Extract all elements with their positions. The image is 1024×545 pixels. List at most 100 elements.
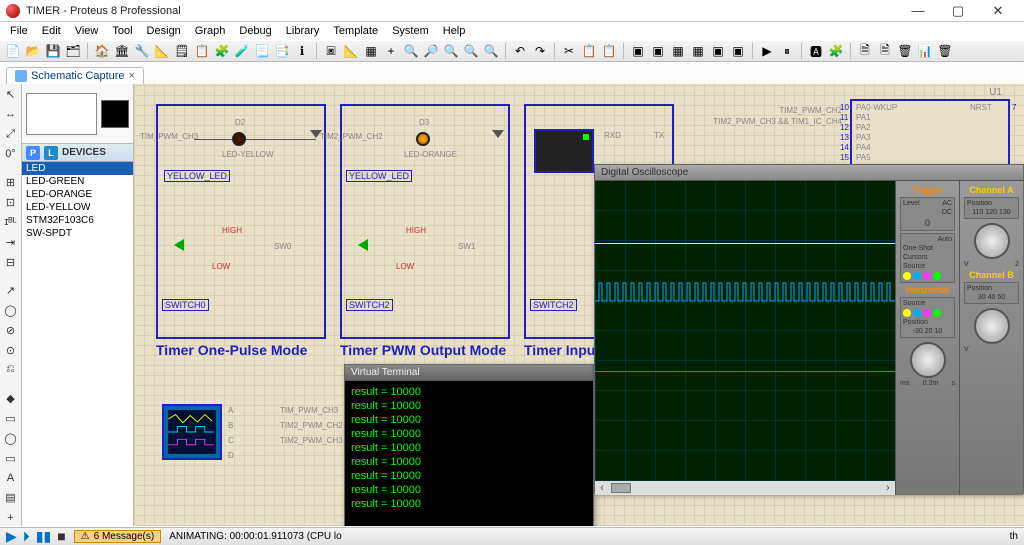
maximize-button[interactable]: ▢ [938,0,978,22]
left-tool-2[interactable]: ⤢ [2,126,20,143]
menu-debug[interactable]: Debug [233,24,277,38]
left-tool-14[interactable]: ⊙ [2,342,20,359]
toolbar-button-21[interactable]: 🔍 [402,42,420,60]
left-tool-15[interactable]: ⎌ [2,362,20,379]
menu-graph[interactable]: Graph [189,24,232,38]
left-tool-17[interactable]: ◆ [2,390,20,407]
toolbar-button-9[interactable]: 🗒 [173,42,191,60]
scroll-left-icon[interactable]: ‹ [595,482,609,494]
toolbar-button-34[interactable]: ▣ [629,42,647,60]
left-tool-21[interactable]: A [2,469,20,486]
toolbar-button-12[interactable]: 🧪 [233,42,251,60]
left-tool-12[interactable]: ◯ [2,302,20,319]
toolbar-button-14[interactable]: 📑 [273,42,291,60]
toolbar-button-35[interactable]: ▣ [649,42,667,60]
left-tool-6[interactable]: ⊡ [2,194,20,211]
toolbar-button-48[interactable]: 🗎 [876,42,894,60]
toolbar-button-18[interactable]: 📐 [342,42,360,60]
toolbar-button-41[interactable]: ▶ [758,42,776,60]
toolbar-button-30[interactable]: ✂ [560,42,578,60]
menu-help[interactable]: Help [437,24,472,38]
menu-edit[interactable]: Edit [36,24,67,38]
virtual-terminal-title[interactable]: Virtual Terminal [345,365,593,381]
toolbar-button-2[interactable]: 💾 [44,42,62,60]
toolbar-button-19[interactable]: ▦ [362,42,380,60]
left-tool-22[interactable]: ▤ [2,489,20,506]
toolbar-button-11[interactable]: 🧩 [213,42,231,60]
toolbar-button-36[interactable]: ▦ [669,42,687,60]
device-item[interactable]: LED-YELLOW [22,201,133,214]
left-tool-19[interactable]: ◯ [2,430,20,447]
left-tool-8[interactable]: ⇥ [2,234,20,251]
toolbar-button-15[interactable]: ℹ [293,42,311,60]
toolbar-button-32[interactable]: 📋 [600,42,618,60]
left-tool-13[interactable]: ⊘ [2,322,20,339]
toolbar-button-37[interactable]: ▦ [689,42,707,60]
close-button[interactable]: ✕ [978,0,1018,22]
toolbar-button-0[interactable]: 📄 [4,42,22,60]
toolbar-button-3[interactable]: 🗂 [64,42,82,60]
toolbar-button-47[interactable]: 🗎 [856,42,874,60]
device-item[interactable]: LED-ORANGE [22,188,133,201]
horiz-source-dots[interactable] [903,309,952,317]
left-tool-1[interactable]: ↔ [2,106,20,123]
schematic-canvas[interactable]: Timer One-Pulse Mode YELLOW_LED TIM_PWM_… [134,84,1024,526]
pause-button[interactable]: ▮▮ [36,528,51,545]
toolbar-button-22[interactable]: 🔎 [422,42,440,60]
oscilloscope-h-scrollbar[interactable]: ‹ › [595,481,895,495]
toolbar-button-10[interactable]: 📋 [193,42,211,60]
toolbar-button-49[interactable]: 🗑 [896,42,914,60]
device-item[interactable]: LED-GREEN [22,175,133,188]
toolbar-button-7[interactable]: 🔧 [133,42,151,60]
scroll-right-icon[interactable]: › [881,482,895,494]
device-list[interactable]: LEDLED-GREENLED-ORANGELED-YELLOWSTM32F10… [22,162,133,526]
toolbar-button-27[interactable]: ↶ [511,42,529,60]
step-button[interactable]: ⏵ [23,528,30,545]
menu-library[interactable]: Library [280,24,326,38]
toolbar-button-8[interactable]: 📐 [153,42,171,60]
toolbar-button-23[interactable]: 🔍 [442,42,460,60]
pick-button[interactable]: P [26,146,40,160]
toolbar-button-25[interactable]: 🔍 [482,42,500,60]
left-tool-9[interactable]: ⊟ [2,254,20,271]
horiz-knob[interactable] [910,342,946,378]
trigger-auto[interactable]: Auto [938,236,952,243]
device-item[interactable]: LED [22,162,133,175]
toolbar-button-45[interactable]: 🧩 [827,42,845,60]
menu-file[interactable]: File [4,24,34,38]
trigger-cursors[interactable]: Cursors [903,254,928,261]
messages-button[interactable]: ⚠ 6 Message(s) [74,530,162,543]
toolbar-button-44[interactable]: 🅰 [807,42,825,60]
chB-knob[interactable] [974,308,1010,344]
left-tool-0[interactable]: ↖ [2,86,20,103]
menu-system[interactable]: System [386,24,435,38]
menu-design[interactable]: Design [141,24,187,38]
toolbar-button-42[interactable]: ⏸ [778,42,796,60]
toolbar-button-51[interactable]: 🗑 [936,42,954,60]
toolbar-button-39[interactable]: ▣ [729,42,747,60]
toolbar-button-24[interactable]: 🔍 [462,42,480,60]
oscilloscope-window[interactable]: Digital Oscilloscope ‹ › [594,164,1024,494]
left-tool-18[interactable]: ▭ [2,410,20,427]
toolbar-button-17[interactable]: 🞖 [322,42,340,60]
minimize-button[interactable]: — [898,0,938,22]
left-tool-23[interactable]: + [2,509,20,526]
chA-knob[interactable] [974,223,1010,259]
trigger-oneshot[interactable]: One-Shot [903,245,933,252]
toolbar-button-28[interactable]: ↷ [531,42,549,60]
tab-close-button[interactable]: × [129,70,135,82]
menu-view[interactable]: View [69,24,105,38]
toolbar-button-13[interactable]: 📃 [253,42,271,60]
toolbar-button-20[interactable]: + [382,42,400,60]
toolbar-button-1[interactable]: 📂 [24,42,42,60]
device-item[interactable]: STM32F103C6 [22,214,133,227]
tab-schematic-capture[interactable]: Schematic Capture × [6,67,144,84]
left-tool-20[interactable]: ▭ [2,450,20,467]
virtual-terminal-window[interactable]: Virtual Terminal result = 10000result = … [344,364,594,526]
stop-button[interactable]: ■ [57,528,65,545]
library-button[interactable]: L [44,146,58,160]
oscilloscope-title[interactable]: Digital Oscilloscope [595,165,1023,181]
toolbar-button-50[interactable]: 📊 [916,42,934,60]
trigger-source-dots[interactable] [903,272,952,280]
play-button[interactable]: ▶ [6,528,17,545]
